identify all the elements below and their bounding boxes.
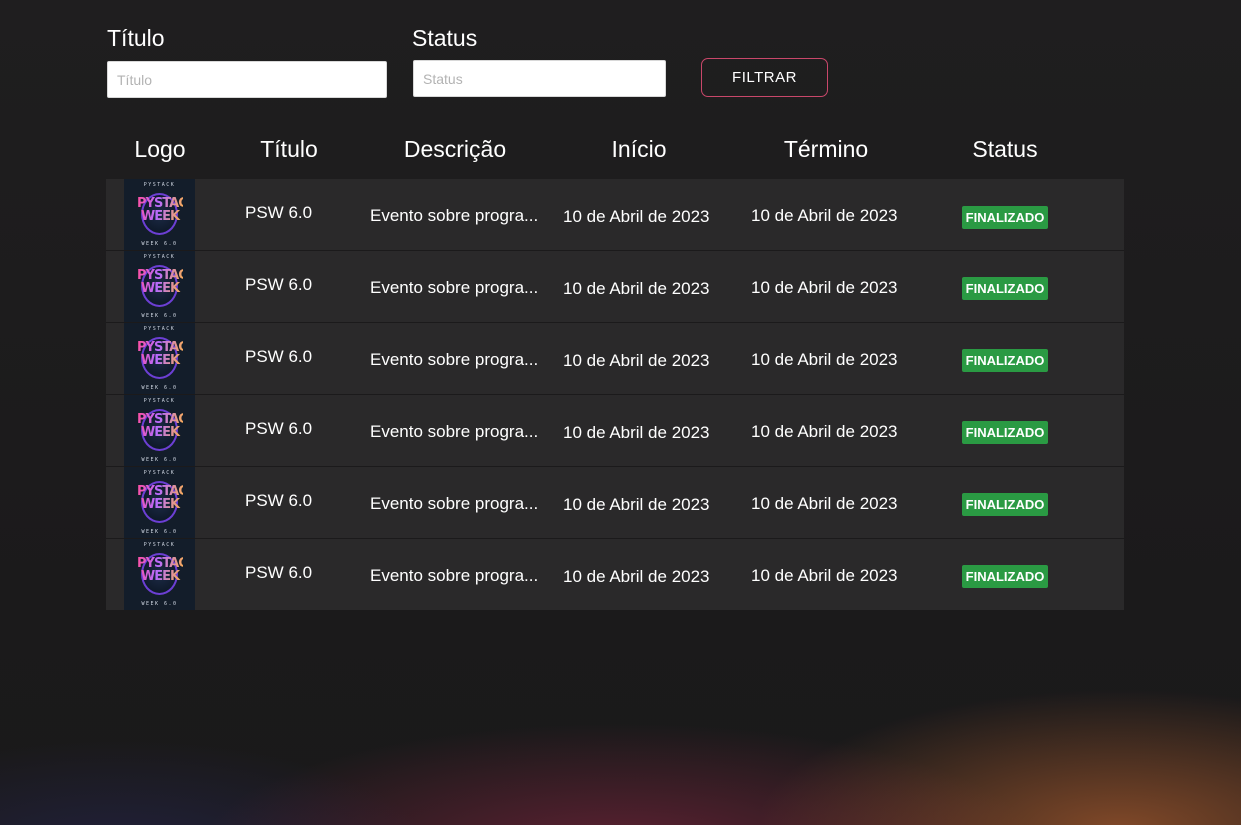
status-badge: FINALIZADO (962, 349, 1048, 372)
event-description: Evento sobre progra... (370, 206, 539, 225)
logo-main-text: PYSTACK WEEK (137, 412, 195, 440)
logo-main-text: PYSTACK WEEK (137, 196, 195, 224)
event-logo-image: PYSTACK PYSTACK WEEK WEEK 6.0 (124, 179, 195, 250)
column-header-end: Término (783, 136, 869, 162)
event-start-date: 10 de Abril de 2023 (563, 351, 710, 370)
event-title: PSW 6.0 (245, 419, 313, 438)
logo-main-text: PYSTACK WEEK (137, 268, 195, 296)
status-badge: FINALIZADO (962, 493, 1048, 516)
logo-bottom-text: WEEK 6.0 (141, 241, 178, 247)
logo-top-text: PYSTACK (143, 254, 176, 260)
event-description: Evento sobre progra... (370, 494, 539, 513)
logo-main-text: PYSTACK WEEK (137, 340, 195, 368)
status-badge: FINALIZADO (962, 206, 1048, 229)
event-start-date: 10 de Abril de 2023 (563, 279, 710, 298)
event-title: PSW 6.0 (245, 347, 313, 366)
event-start-date: 10 de Abril de 2023 (563, 495, 710, 514)
event-end-date: 10 de Abril de 2023 (751, 494, 898, 513)
table-row[interactable]: PYSTACK PYSTACK WEEK WEEK 6.0 PSW 6.0 Ev… (106, 323, 1124, 395)
table-row[interactable]: PYSTACK PYSTACK WEEK WEEK 6.0 PSW 6.0 Ev… (106, 179, 1124, 251)
event-end-date: 10 de Abril de 2023 (751, 278, 898, 297)
event-end-date: 10 de Abril de 2023 (751, 566, 898, 585)
event-description: Evento sobre progra... (370, 278, 539, 297)
table-row[interactable]: PYSTACK PYSTACK WEEK WEEK 6.0 PSW 6.0 Ev… (106, 539, 1124, 611)
event-title: PSW 6.0 (245, 275, 313, 294)
event-description: Evento sobre progra... (370, 566, 539, 585)
event-description: Evento sobre progra... (370, 422, 539, 441)
events-table-header: Logo Título Descrição Início Término Sta… (106, 130, 1124, 172)
logo-top-text: PYSTACK (143, 542, 176, 548)
events-page: Título Status FILTRAR Logo Título Descri… (0, 0, 1241, 825)
status-filter-label: Status (412, 25, 478, 51)
logo-top-text: PYSTACK (143, 326, 176, 332)
event-start-date: 10 de Abril de 2023 (563, 567, 710, 586)
column-header-logo: Logo (134, 136, 186, 162)
logo-bottom-text: WEEK 6.0 (141, 313, 178, 319)
table-row[interactable]: PYSTACK PYSTACK WEEK WEEK 6.0 PSW 6.0 Ev… (106, 395, 1124, 467)
event-start-date: 10 de Abril de 2023 (563, 423, 710, 442)
logo-top-text: PYSTACK (143, 398, 176, 404)
event-logo-image: PYSTACK PYSTACK WEEK WEEK 6.0 (124, 251, 195, 322)
event-logo-image: PYSTACK PYSTACK WEEK WEEK 6.0 (124, 395, 195, 466)
event-title: PSW 6.0 (245, 203, 313, 222)
event-end-date: 10 de Abril de 2023 (751, 422, 898, 441)
logo-bottom-text: WEEK 6.0 (141, 601, 178, 607)
table-row[interactable]: PYSTACK PYSTACK WEEK WEEK 6.0 PSW 6.0 Ev… (106, 467, 1124, 539)
event-end-date: 10 de Abril de 2023 (751, 350, 898, 369)
status-badge: FINALIZADO (962, 565, 1048, 588)
event-start-date: 10 de Abril de 2023 (563, 207, 710, 226)
status-filter-input[interactable] (413, 60, 666, 97)
logo-bottom-text: WEEK 6.0 (141, 529, 178, 535)
event-logo-image: PYSTACK PYSTACK WEEK WEEK 6.0 (124, 539, 195, 610)
event-description: Evento sobre progra... (370, 350, 539, 369)
event-title: PSW 6.0 (245, 491, 313, 510)
event-logo-image: PYSTACK PYSTACK WEEK WEEK 6.0 (124, 323, 195, 394)
column-header-description: Descrição (403, 136, 507, 162)
column-header-title: Título (260, 136, 318, 162)
title-filter-label: Título (107, 25, 165, 51)
status-badge: FINALIZADO (962, 277, 1048, 300)
logo-bottom-text: WEEK 6.0 (141, 385, 178, 391)
column-header-start: Início (611, 136, 667, 162)
logo-main-text: PYSTACK WEEK (137, 556, 195, 584)
event-logo-image: PYSTACK PYSTACK WEEK WEEK 6.0 (124, 467, 195, 538)
logo-main-text: PYSTACK WEEK (137, 484, 195, 512)
logo-bottom-text: WEEK 6.0 (141, 457, 178, 463)
column-header-status: Status (972, 136, 1038, 162)
status-badge: FINALIZADO (962, 421, 1048, 444)
table-row[interactable]: PYSTACK PYSTACK WEEK WEEK 6.0 PSW 6.0 Ev… (106, 251, 1124, 323)
event-title: PSW 6.0 (245, 563, 313, 582)
filter-button[interactable]: FILTRAR (701, 58, 828, 97)
title-filter-input[interactable] (107, 61, 387, 98)
event-end-date: 10 de Abril de 2023 (751, 206, 898, 225)
events-table-body: PYSTACK PYSTACK WEEK WEEK 6.0 PSW 6.0 Ev… (106, 179, 1124, 611)
logo-top-text: PYSTACK (143, 470, 176, 476)
logo-top-text: PYSTACK (143, 182, 176, 188)
